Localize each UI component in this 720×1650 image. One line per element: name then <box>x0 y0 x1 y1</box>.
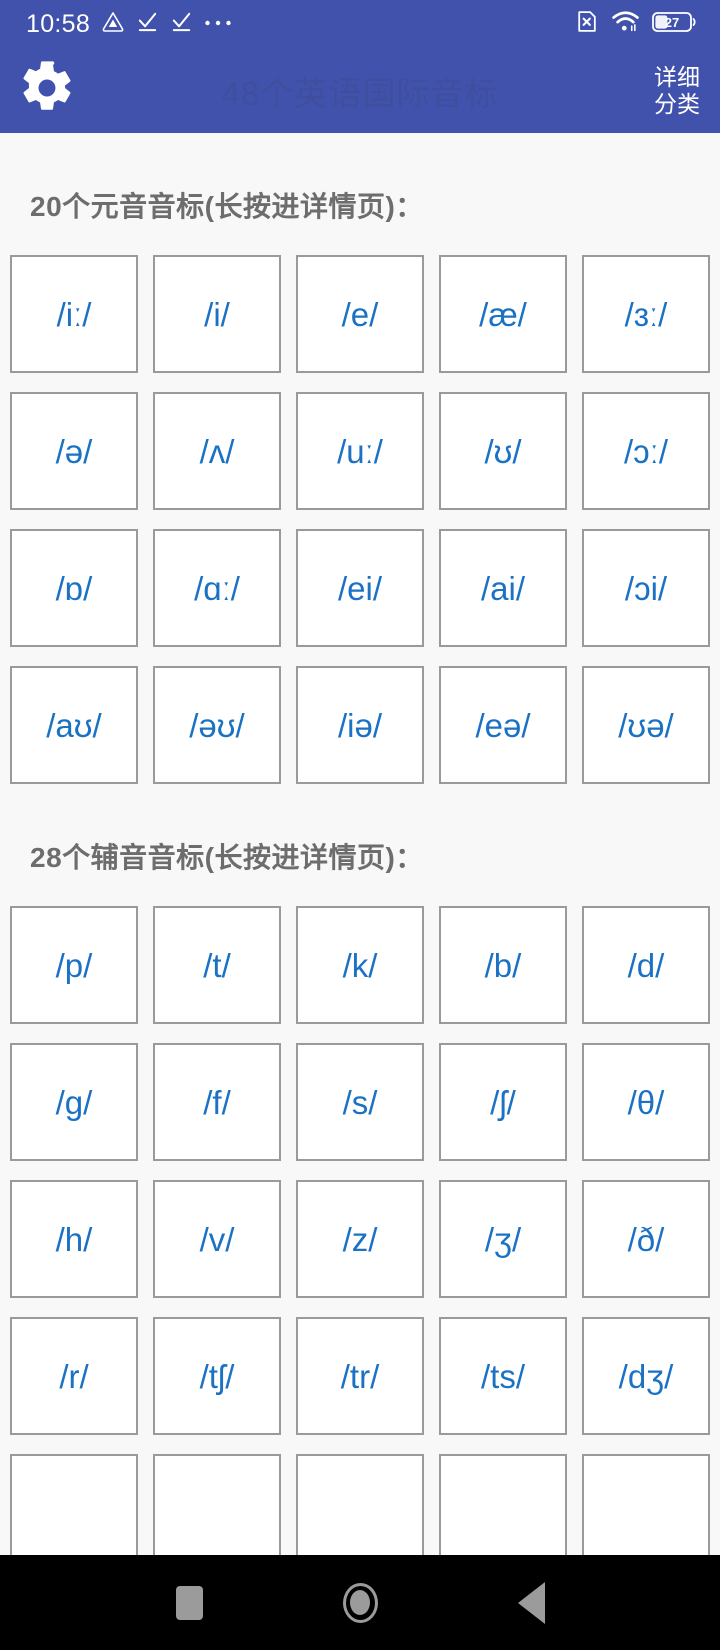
phonetic-symbol-cell[interactable]: /æ/ <box>439 255 567 373</box>
phonetic-symbol-cell[interactable] <box>582 1454 710 1555</box>
phonetic-symbol-cell[interactable]: /ɔː/ <box>582 392 710 510</box>
phonetic-symbol-cell[interactable]: /p/ <box>10 906 138 1024</box>
phonetic-symbol-cell[interactable]: /f/ <box>153 1043 281 1161</box>
phonetic-symbol-cell[interactable]: /e/ <box>296 255 424 373</box>
phonetic-symbol-cell[interactable]: /ə/ <box>10 392 138 510</box>
app-bar: 48个英语国际音标 详细 分类 <box>0 48 720 133</box>
triangle-badge-icon <box>101 10 125 39</box>
phonetic-symbol-cell[interactable] <box>296 1454 424 1555</box>
phone-screen: 10:58 27 48个英语国际音标 详细 分类 20个元音音标(长按进详情页)… <box>0 0 720 1650</box>
detailed-classification-button[interactable]: 详细 分类 <box>654 64 704 118</box>
phonetic-symbol-cell[interactable]: /ai/ <box>439 529 567 647</box>
recents-square-icon[interactable] <box>175 1585 203 1620</box>
vowels-grid: /iː//i//e//æ//ɜː/ /ə//ʌ//uː//ʊ//ɔː/ /ɒ//ɑː… <box>10 255 710 784</box>
phonetic-symbol-cell[interactable]: /ʒ/ <box>439 1180 567 1298</box>
phonetic-symbol-cell[interactable]: /b/ <box>439 906 567 1024</box>
consonants-section-title: 28个辅音音标(长按进详情页)： <box>30 842 424 873</box>
phonetic-symbol-cell[interactable]: /eə/ <box>439 666 567 784</box>
phonetic-symbol-cell[interactable]: /ts/ <box>439 1317 567 1435</box>
phonetic-symbol-cell[interactable]: /dʒ/ <box>582 1317 710 1435</box>
phonetic-symbol-cell[interactable]: /t/ <box>153 906 281 1024</box>
phonetic-symbol-cell[interactable]: /iː/ <box>10 255 138 373</box>
phonetic-symbol-cell[interactable]: /əʊ/ <box>153 666 281 784</box>
status-bar-right: 27 <box>574 9 698 39</box>
detailed-classification-line1: 详细 <box>654 63 700 90</box>
android-navigation-bar <box>0 1555 720 1650</box>
settings-button[interactable] <box>14 58 80 124</box>
phonetic-symbol-cell[interactable]: /ʃ/ <box>439 1043 567 1161</box>
phonetic-symbol-cell[interactable] <box>10 1454 138 1555</box>
no-sim-icon <box>574 9 599 39</box>
phonetic-symbol-cell[interactable]: /θ/ <box>582 1043 710 1161</box>
phonetic-symbol-cell[interactable]: /s/ <box>296 1043 424 1161</box>
vowels-section-title: 20个元音音标(长按进详情页)： <box>30 191 424 222</box>
phonetic-symbol-cell[interactable]: /ʊə/ <box>582 666 710 784</box>
phonetic-symbol-cell[interactable]: /d/ <box>582 906 710 1024</box>
phonetic-symbol-cell[interactable]: /iə/ <box>296 666 424 784</box>
phonetic-symbol-cell[interactable]: /tr/ <box>296 1317 424 1435</box>
home-circle-icon[interactable] <box>342 1582 378 1623</box>
phonetic-symbol-cell[interactable]: /ʌ/ <box>153 392 281 510</box>
phonetic-symbol-cell[interactable]: /g/ <box>10 1043 138 1161</box>
phonetic-symbol-cell[interactable]: /k/ <box>296 906 424 1024</box>
more-dots-icon <box>204 15 232 33</box>
home-inner-dot <box>350 1590 370 1615</box>
phonetic-symbol-cell[interactable]: /ʊ/ <box>439 392 567 510</box>
phonetic-symbol-cell[interactable]: /aʊ/ <box>10 666 138 784</box>
back-triangle-icon[interactable] <box>517 1581 545 1624</box>
phonetic-symbol-cell[interactable]: /h/ <box>10 1180 138 1298</box>
gear-icon <box>18 59 76 122</box>
status-bar-left: 10:58 <box>26 10 232 39</box>
page-title: 48个英语国际音标 <box>221 74 499 112</box>
wifi-icon <box>612 9 639 39</box>
consonants-grid: /p//t//k//b//d//g//f//s//ʃ//θ//h//v//z//… <box>10 906 710 1555</box>
status-time: 10:58 <box>26 9 91 38</box>
phonetic-symbol-cell[interactable]: /ɜː/ <box>582 255 710 373</box>
detailed-classification-line2: 分类 <box>654 90 700 117</box>
content-scroll-area[interactable]: 20个元音音标(长按进详情页)： /iː//i//e//æ//ɜː/ /ə//ʌ/… <box>0 133 720 1555</box>
phonetic-symbol-cell[interactable]: /r/ <box>10 1317 138 1435</box>
phonetic-symbol-cell[interactable]: /tʃ/ <box>153 1317 281 1435</box>
check-download-icon <box>136 10 159 38</box>
phonetic-symbol-cell[interactable]: /v/ <box>153 1180 281 1298</box>
phonetic-symbol-cell[interactable]: /i/ <box>153 255 281 373</box>
phonetic-symbol-cell[interactable]: /ɒ/ <box>10 529 138 647</box>
phonetic-symbol-cell[interactable] <box>153 1454 281 1555</box>
phonetic-symbol-cell[interactable]: /ei/ <box>296 529 424 647</box>
svg-text:27: 27 <box>665 15 679 30</box>
battery-icon: 27 <box>652 10 698 39</box>
phonetic-symbol-cell[interactable]: /ð/ <box>582 1180 710 1298</box>
phonetic-symbol-cell[interactable] <box>439 1454 567 1555</box>
check-download-icon <box>170 10 193 38</box>
status-bar: 10:58 27 <box>0 0 720 48</box>
phonetic-symbol-cell[interactable]: /z/ <box>296 1180 424 1298</box>
phonetic-symbol-cell[interactable]: /uː/ <box>296 392 424 510</box>
phonetic-symbol-cell[interactable]: /ɑː/ <box>153 529 281 647</box>
phonetic-symbol-cell[interactable]: /ɔi/ <box>582 529 710 647</box>
